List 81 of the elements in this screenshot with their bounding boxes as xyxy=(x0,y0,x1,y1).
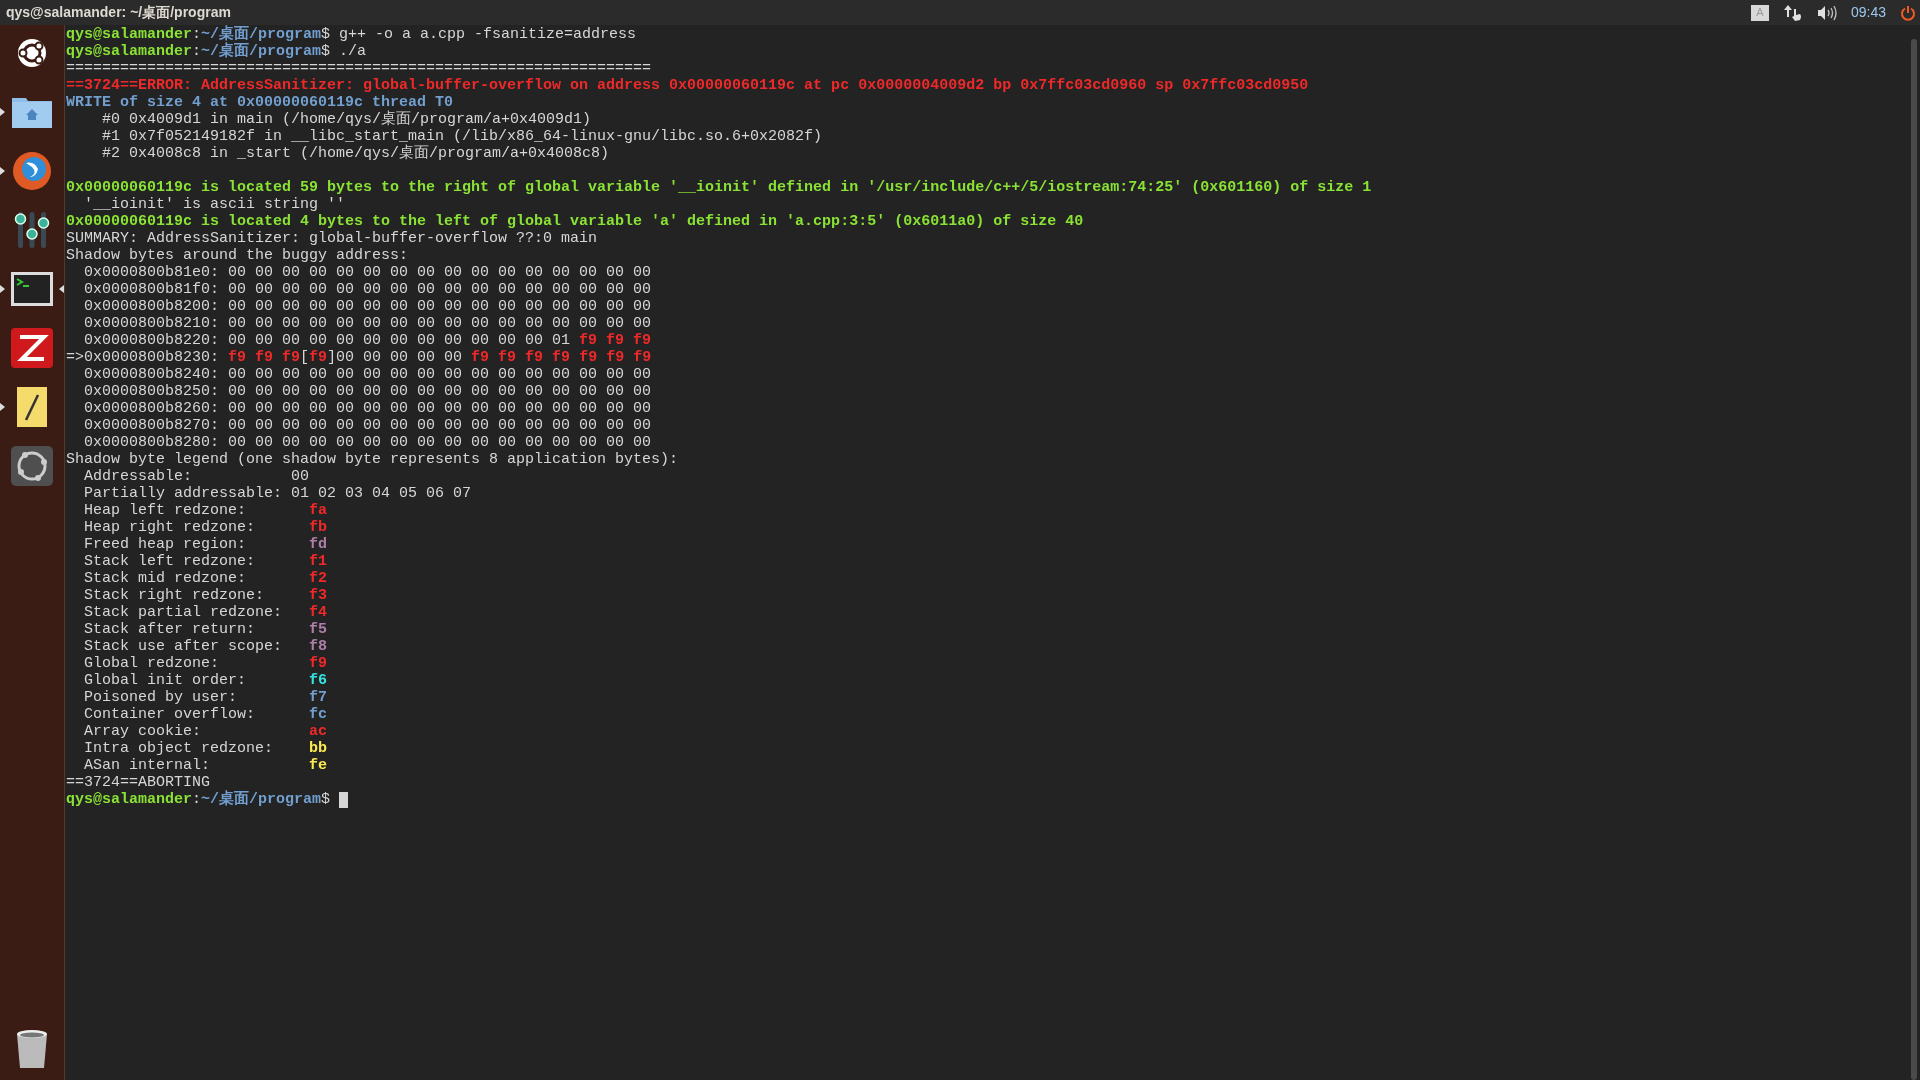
terminal-text: fc xyxy=(309,706,328,723)
terminal-text: 0x0000800b81e0: 00 00 00 00 00 00 00 00 00 00 00 00 00 00 00 00 xyxy=(83,264,652,281)
terminal-text: ac xyxy=(309,723,328,740)
terminal-text: f8 xyxy=(309,638,328,655)
terminal-text: fb xyxy=(309,519,328,536)
terminal-text: ==3724==ABORTING xyxy=(66,774,211,791)
terminal-text: Intra object redzone: xyxy=(83,740,275,757)
terminal-text: Partially addressable: 01 02 03 04 05 06 07 xyxy=(83,485,472,502)
network-icon[interactable] xyxy=(1782,3,1803,22)
terminal-text: Heap left redzone: xyxy=(83,502,248,519)
terminal-text: f2 xyxy=(309,570,328,587)
terminal-text: Addressable: 00 xyxy=(83,468,310,485)
terminal-text: qys@salamander xyxy=(66,43,193,60)
terminal-text: ~/桌面/program xyxy=(201,791,322,808)
terminal-text: 0x0000800b81f0: 00 00 00 00 00 00 00 00 00 00 00 00 00 00 00 00 xyxy=(83,281,652,298)
terminal-text: f9 xyxy=(309,655,328,672)
terminal-text: Container overflow: xyxy=(83,706,257,723)
terminal-text: =>0x0000800b8230: xyxy=(66,349,221,366)
terminal-text: 0x0000800b8210: 00 00 00 00 00 00 00 00 00 00 00 00 00 00 00 00 xyxy=(83,315,652,332)
terminal-text: ================================================================= xyxy=(66,60,652,77)
terminal-text: Shadow bytes around the buggy address: xyxy=(66,247,409,264)
terminal-text: '__ioinit' is ascii string '' xyxy=(83,196,346,213)
terminal-text: 0x0000800b8260: 00 00 00 00 00 00 00 00 00 00 00 00 00 00 00 00 xyxy=(83,400,652,417)
terminal-text: Poisoned by user: xyxy=(83,689,239,706)
terminal-text: Global init order: xyxy=(83,672,248,689)
terminal-text: f1 xyxy=(309,553,328,570)
power-icon[interactable] xyxy=(1900,4,1916,21)
terminal-text: Stack left redzone: xyxy=(83,553,257,570)
terminal-text: : xyxy=(192,43,202,60)
terminal-text: : xyxy=(192,791,202,808)
terminal-text: fd xyxy=(309,536,328,553)
terminal-text: fe xyxy=(309,757,328,774)
terminal-text: : xyxy=(192,26,202,43)
window-title: qys@salamander: ~/桌面/program xyxy=(6,3,231,22)
terminal-text: qys@salamander xyxy=(66,791,193,808)
terminal-text: bb xyxy=(309,740,328,757)
clock[interactable]: 09:43 xyxy=(1850,2,1886,23)
terminal-text: 0x0000800b8220: 00 00 00 00 00 00 00 00 00 00 00 00 01 xyxy=(83,332,572,349)
terminal-text: 0x00000060119c is located 59 bytes to the right of global variable '__ioinit' defined in '/usr/include/c++/5/iostream:74:25' (0x601160) of size 1 xyxy=(66,179,1372,196)
terminal-text: Stack mid redzone: xyxy=(83,570,248,587)
terminal-text: [ xyxy=(300,349,310,366)
terminal-text: 0x0000800b8270: 00 00 00 00 00 00 00 00 00 00 00 00 00 00 00 00 xyxy=(83,417,652,434)
terminal-text: #1 0x7f052149182f in __libc_start_main (/lib/x86_64-linux-gnu/libc.so.6+0x2082f) xyxy=(101,128,823,145)
terminal-text: Heap right redzone: xyxy=(83,519,257,536)
terminal-text: Shadow byte legend (one shadow byte represents 8 application bytes): xyxy=(66,451,679,468)
terminal-text: Stack partial redzone: xyxy=(83,604,284,621)
terminal-text: 0x0000800b8280: 00 00 00 00 00 00 00 00 00 00 00 00 00 00 00 00 xyxy=(83,434,652,451)
terminal-text: ~/桌面/program xyxy=(201,43,322,60)
terminal-text: #2 0x4008c8 in _start (/home/qys/桌面/program/a+0x4008c8) xyxy=(101,145,610,162)
terminal-text: f3 xyxy=(309,587,328,604)
terminal-text: f9 xyxy=(309,349,328,366)
terminal-text: f6 xyxy=(309,672,328,689)
terminal-text: $ xyxy=(321,791,332,808)
terminal-text: f9 f9 f9 xyxy=(579,332,652,349)
terminal-text: f4 xyxy=(309,604,328,621)
terminal-text: Global redzone: xyxy=(83,655,221,672)
terminal-text: Stack right redzone: xyxy=(83,587,266,604)
terminal-text: Array cookie: xyxy=(83,723,203,740)
terminal-text: f9 f9 f9 xyxy=(228,349,301,366)
terminal-text: f5 xyxy=(309,621,328,638)
terminal-text: ~/桌面/program xyxy=(201,26,322,43)
terminal-text: 0x0000800b8200: 00 00 00 00 00 00 00 00 00 00 00 00 00 00 00 00 xyxy=(83,298,652,315)
terminal-text: 0x00000060119c is located 4 bytes to the left of global variable 'a' defined in 'a.cpp:3:5' (0x6011a0) of size 40 xyxy=(66,213,1084,230)
terminal-text: 0x0000800b8250: 00 00 00 00 00 00 00 00 00 00 00 00 00 00 00 00 xyxy=(83,383,652,400)
terminal-text: $ ./a xyxy=(321,43,367,60)
volume-icon[interactable] xyxy=(1816,4,1837,21)
terminal-text: Freed heap region: xyxy=(83,536,248,553)
terminal-text: qys@salamander xyxy=(66,26,193,43)
terminal-text: ==3724==ERROR: AddressSanitizer: global-buffer-overflow on address 0x00000060119c at pc 0x0000004009d2 bp 0x7ffc03cd0960 sp 0x7ffc03cd0950 xyxy=(66,77,1309,94)
terminal-text: ]00 00 00 00 00 xyxy=(327,349,464,366)
terminal-text: f7 xyxy=(309,689,328,706)
terminal-text: fa xyxy=(309,502,328,519)
terminal-text: f9 f9 f9 f9 f9 f9 f9 xyxy=(471,349,652,366)
terminal-text: #0 0x4009d1 in main (/home/qys/桌面/program/a+0x4009d1) xyxy=(101,111,592,128)
terminal-text: 0x0000800b8240: 00 00 00 00 00 00 00 00 00 00 00 00 00 00 00 00 xyxy=(83,366,652,383)
terminal-text: ASan internal: xyxy=(83,757,212,774)
terminal-text: WRITE of size 4 at 0x00000060119c thread T0 xyxy=(66,94,454,111)
terminal-text: Stack use after scope: xyxy=(83,638,284,655)
terminal-text: Stack after return: xyxy=(83,621,257,638)
terminal-text: SUMMARY: AddressSanitizer: global-buffer-overflow ??:0 main xyxy=(66,230,598,247)
terminal-text: $ g++ -o a a.cpp -fsanitize=address xyxy=(321,26,637,43)
